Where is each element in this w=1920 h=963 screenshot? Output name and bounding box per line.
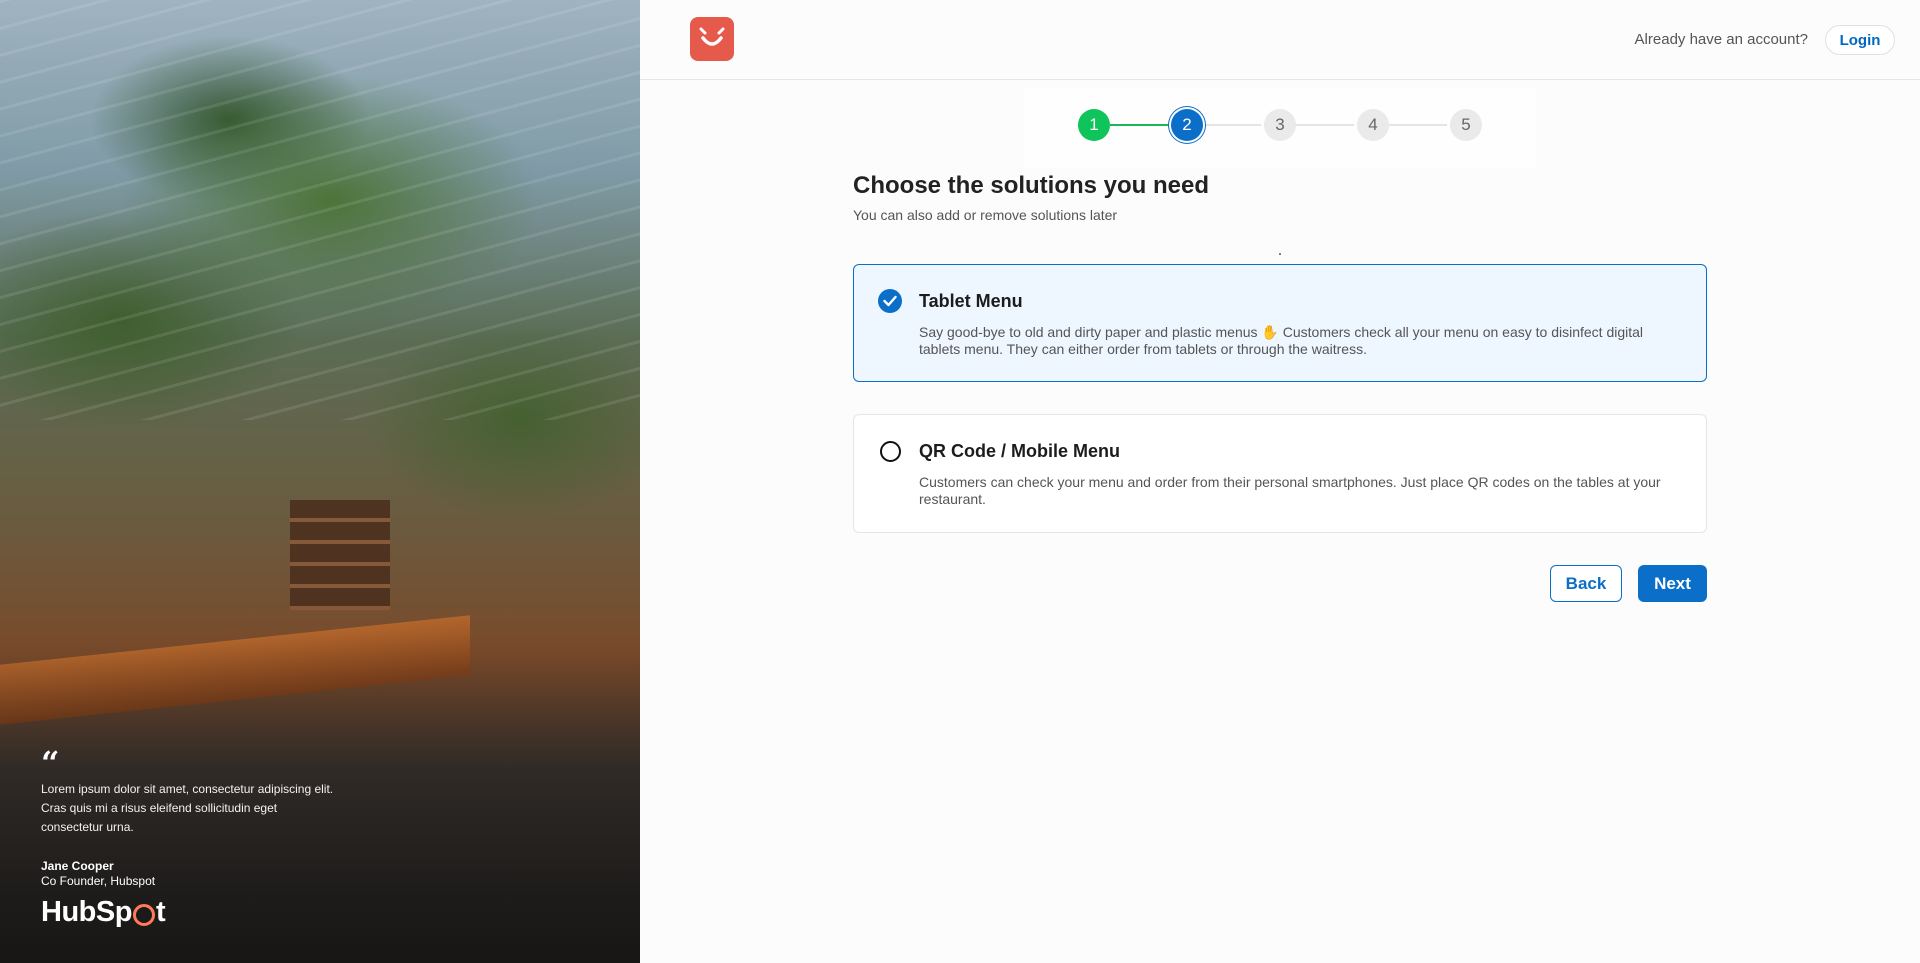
step-3: 3 [1264,109,1296,141]
option-title: Tablet Menu [919,291,1023,311]
testimonial-text: Lorem ipsum dolor sit amet, consectetur … [41,782,334,834]
option-title: QR Code / Mobile Menu [919,441,1120,461]
bar-shelves [290,500,390,610]
step-4: 4 [1357,109,1389,141]
testimonial: “ Lorem ipsum dolor sit amet, consectetu… [41,744,341,929]
step-5: 5 [1450,109,1482,141]
greenhouse-roof [0,0,640,420]
author-name: Jane Cooper [41,859,114,873]
next-button[interactable]: Next [1638,565,1707,602]
page-title: Choose the solutions you need [853,172,1210,199]
login-button[interactable]: Login [1825,25,1895,55]
loading-dot [1279,253,1281,255]
step-2: 2 [1171,109,1203,141]
step-connector [1203,124,1261,126]
radio-circle-icon[interactable] [880,441,901,462]
top-bar: Already have an account? Login [640,0,1920,80]
solution-option-tablet-menu[interactable]: Tablet Menu Say good-bye to old and dirt… [853,264,1707,382]
step-1: 1 [1078,109,1110,141]
hubspot-logo: HubSp t [41,896,166,928]
option-description: Customers can check your menu and order … [919,474,1661,507]
page-subtitle: You can also add or remove solutions lat… [853,207,1118,223]
account-prompt: Already have an account? [1634,31,1808,48]
hero-image-panel: “ Lorem ipsum dolor sit amet, consectetu… [0,0,640,963]
app-logo[interactable] [690,17,734,61]
step-connector [1389,124,1447,126]
option-description: Say good-bye to old and dirty paper and … [919,324,1644,357]
step-connector [1296,124,1354,126]
author-role: Co Founder, Hubspot [41,874,156,888]
quote-icon: “ [41,744,60,782]
solution-option-qr-mobile-menu[interactable]: QR Code / Mobile Menu Customers can chec… [853,414,1707,533]
back-button[interactable]: Back [1550,565,1622,602]
checkmark-icon[interactable] [878,289,902,313]
hubspot-sprocket-icon [132,903,155,926]
smile-logo-icon [699,27,725,46]
